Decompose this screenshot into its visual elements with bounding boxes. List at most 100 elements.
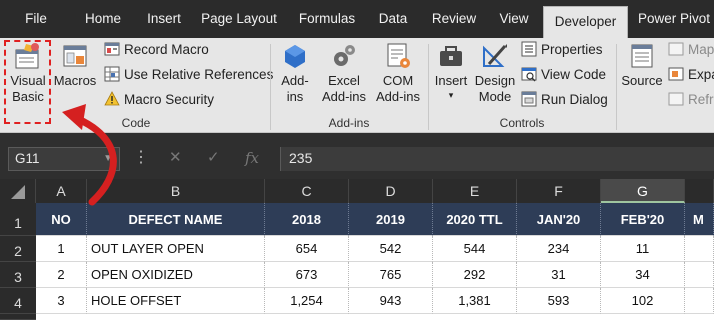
cancel-icon[interactable]: ✕ [169, 147, 182, 169]
select-all-corner[interactable] [0, 179, 36, 203]
macros-icon [61, 42, 89, 70]
table-cell[interactable]: 3 [36, 288, 87, 314]
map-properties-icon [668, 41, 684, 57]
record-macro-icon [104, 41, 120, 57]
table-header-cell[interactable]: FEB'20 [601, 203, 685, 236]
more-options-icon[interactable]: ⋮ [133, 147, 149, 169]
select-all-icon [10, 185, 25, 199]
warning-icon [104, 91, 120, 107]
tab-formulas[interactable]: Formulas [292, 0, 362, 38]
column-header-g[interactable]: G [601, 179, 685, 203]
run-dialog-button[interactable]: Run Dialog [521, 89, 608, 111]
table-cell[interactable]: 1,381 [433, 288, 517, 314]
table-header-cell[interactable]: 2019 [349, 203, 433, 236]
xml-source-icon [628, 42, 656, 70]
table-cell[interactable]: OUT LAYER OPEN [87, 236, 265, 262]
table-cell[interactable]: 292 [433, 262, 517, 288]
row-header-1[interactable]: 1 [0, 203, 36, 236]
macros-button[interactable]: Macros [52, 42, 98, 89]
table-header-cell[interactable]: 2020 TTL [433, 203, 517, 236]
table-cell[interactable]: 593 [517, 288, 601, 314]
table-cell[interactable] [685, 262, 714, 288]
toolbox-icon [437, 42, 465, 70]
formula-input[interactable]: 235 [280, 147, 714, 171]
table-header-cell[interactable]: M [685, 203, 714, 236]
expansion-packs-button[interactable]: Expa [668, 64, 714, 86]
table-cell[interactable]: 544 [433, 236, 517, 262]
com-add-ins-button[interactable]: COM Add-ins [372, 42, 424, 105]
table-header-cell[interactable]: 2018 [265, 203, 349, 236]
excel-add-ins-button[interactable]: Excel Add-ins [318, 42, 370, 105]
tab-data[interactable]: Data [372, 0, 414, 38]
tab-developer[interactable]: Developer [543, 6, 628, 39]
design-mode-icon [481, 42, 509, 70]
formula-bar: G11 ▼ ⋮ ✕ ✓ fx 235 [0, 133, 714, 179]
properties-button[interactable]: Properties [521, 39, 603, 61]
column-header-b[interactable]: B [87, 179, 265, 203]
group-divider [270, 44, 271, 130]
refresh-icon [668, 91, 684, 107]
row-header-2[interactable]: 2 [0, 236, 36, 262]
name-box[interactable]: G11 ▼ [8, 147, 120, 171]
group-divider [616, 44, 617, 130]
tab-file[interactable]: File [14, 0, 58, 38]
table-header-cell[interactable]: JAN'20 [517, 203, 601, 236]
chevron-down-icon: ▾ [448, 90, 454, 100]
column-header-h[interactable] [685, 179, 714, 203]
column-header-a[interactable]: A [36, 179, 87, 203]
controls-group-label: Controls [499, 116, 545, 130]
com-add-ins-icon [384, 42, 412, 70]
view-code-button[interactable]: View Code [521, 64, 606, 86]
table-cell[interactable]: 943 [349, 288, 433, 314]
relative-references-button[interactable]: Use Relative References [104, 64, 273, 86]
refresh-data-button[interactable]: Refr [668, 89, 714, 111]
column-header-f[interactable]: F [517, 179, 601, 203]
table-cell[interactable]: 1 [36, 236, 87, 262]
column-header-d[interactable]: D [349, 179, 433, 203]
ribbon: Visual Basic Macros Record Macro Use Rel… [0, 38, 714, 133]
table-cell[interactable]: 34 [601, 262, 685, 288]
table-cell[interactable]: HOLE OFFSET [87, 288, 265, 314]
record-macro-button[interactable]: Record Macro [104, 39, 209, 61]
tab-power-pivot[interactable]: Power Pivot [636, 0, 712, 38]
table-cell[interactable]: 1,254 [265, 288, 349, 314]
table-cell[interactable]: 234 [517, 236, 601, 262]
xml-source-button[interactable]: Source [619, 42, 665, 89]
tab-home[interactable]: Home [78, 0, 128, 38]
macro-security-button[interactable]: Macro Security [104, 89, 214, 111]
row-header-4[interactable]: 4 [0, 288, 36, 314]
add-ins-group-label: Add-ins [328, 116, 370, 130]
tab-review[interactable]: Review [426, 0, 482, 38]
enter-icon[interactable]: ✓ [207, 147, 220, 169]
spreadsheet-grid: A B C D E F G 1 2 3 4 NO DEFECT NAME 201… [0, 179, 714, 320]
visual-basic-highlight-box [4, 40, 51, 124]
tab-view[interactable]: View [492, 0, 536, 38]
add-ins-button[interactable]: Add- ins [276, 42, 314, 105]
tab-page-layout[interactable]: Page Layout [198, 0, 280, 38]
row-header-5[interactable] [0, 314, 36, 320]
table-cell[interactable]: 673 [265, 262, 349, 288]
insert-control-button[interactable]: Insert ▾ [432, 42, 470, 101]
map-properties-button[interactable]: Map [668, 39, 714, 61]
properties-icon [521, 41, 537, 57]
table-cell[interactable] [685, 288, 714, 314]
table-cell[interactable]: 542 [349, 236, 433, 262]
table-header-cell[interactable]: DEFECT NAME [87, 203, 265, 236]
table-cell[interactable]: 31 [517, 262, 601, 288]
table-cell[interactable]: OPEN OXIDIZED [87, 262, 265, 288]
tab-insert[interactable]: Insert [140, 0, 188, 38]
row-header-3[interactable]: 3 [0, 262, 36, 288]
table-cell[interactable] [685, 236, 714, 262]
table-header-cell[interactable]: NO [36, 203, 87, 236]
design-mode-button[interactable]: Design Mode [472, 42, 518, 105]
table-cell[interactable]: 102 [601, 288, 685, 314]
table-cell[interactable]: 2 [36, 262, 87, 288]
column-header-c[interactable]: C [265, 179, 349, 203]
column-header-e[interactable]: E [433, 179, 517, 203]
gears-icon [330, 42, 358, 70]
table-cell[interactable]: 765 [349, 262, 433, 288]
insert-function-icon[interactable]: fx [245, 147, 259, 169]
chevron-down-icon: ▼ [103, 153, 113, 164]
table-cell[interactable]: 11 [601, 236, 685, 262]
table-cell[interactable]: 654 [265, 236, 349, 262]
